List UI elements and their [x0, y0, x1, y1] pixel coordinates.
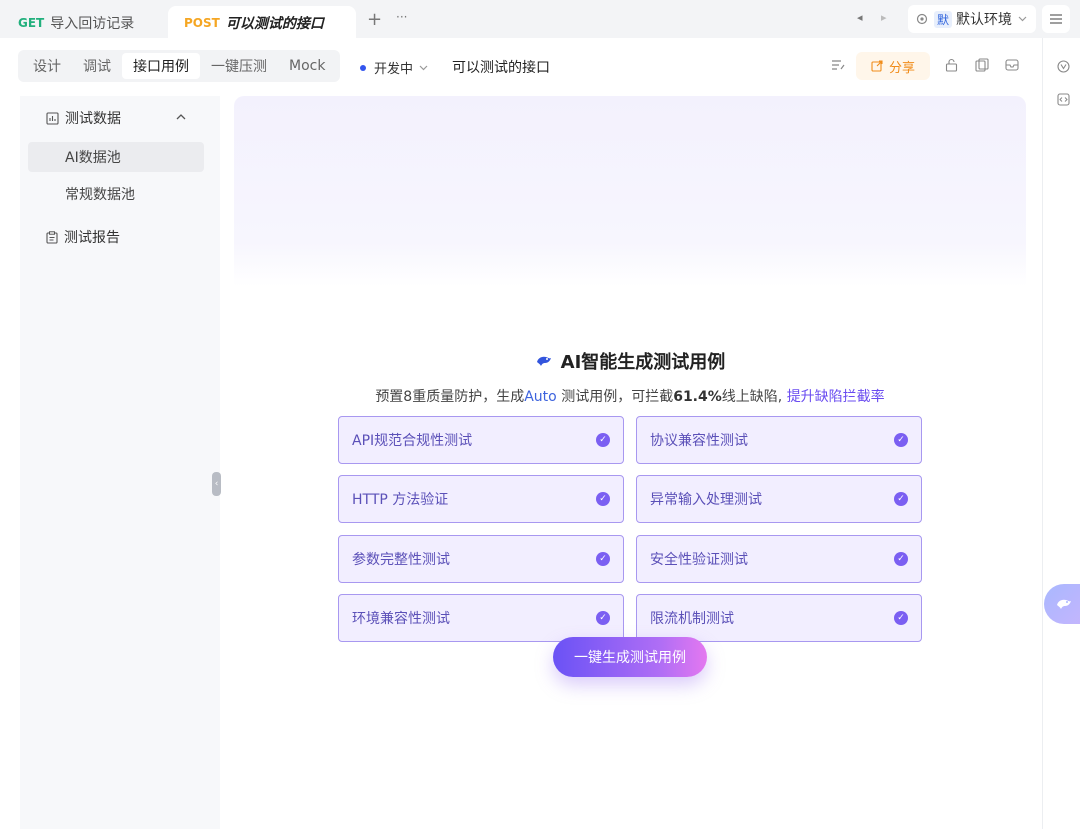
right-rail [1042, 38, 1080, 829]
tab-label: 导入回访记录 [50, 16, 135, 32]
chevron-down-icon [1018, 16, 1027, 22]
tab-import-records[interactable]: GET 导入回访记录 [2, 6, 150, 40]
ai-title: AI智能生成测试用例 [234, 348, 1026, 374]
tab-load-test[interactable]: 一键压测 [200, 53, 278, 79]
archive-icon[interactable] [1005, 58, 1019, 72]
environment-name: 默认环境 [956, 12, 1013, 28]
feature-rate-limit[interactable]: 限流机制测试 ✓ [636, 594, 922, 642]
ai-subtitle: 预置8重质量防护，生成Auto 测试用例，可拦截61.4%线上缺陷, 提升缺陷拦… [234, 386, 1026, 406]
sidebar-group-test-data[interactable]: 测试数据 [46, 108, 121, 128]
chart-icon [46, 111, 59, 125]
feature-exception-input[interactable]: 异常输入处理测试 ✓ [636, 475, 922, 523]
tab-api-cases[interactable]: 接口用例 [122, 53, 200, 79]
environment-selector[interactable]: 默 默认环境 [908, 5, 1036, 33]
tab-design[interactable]: 设计 [22, 53, 72, 79]
sidebar-group-label: 测试报告 [64, 230, 120, 246]
clipboard-icon [46, 230, 58, 244]
share-label: 分享 [888, 60, 915, 76]
feature-env-compat[interactable]: 环境兼容性测试 ✓ [338, 594, 624, 642]
copy-icon[interactable] [975, 58, 989, 72]
chevron-down-icon [419, 65, 428, 70]
sidebar-group-test-report[interactable]: 测试报告 [46, 227, 120, 247]
feature-label: 限流机制测试 [650, 611, 734, 627]
menu-button[interactable] [1042, 5, 1070, 33]
share-icon [871, 60, 883, 72]
sidebar: 测试数据 AI数据池 常规数据池 测试报告 [20, 96, 220, 829]
check-icon: ✓ [894, 552, 908, 566]
code-icon[interactable] [1057, 93, 1070, 106]
generate-cases-button[interactable]: 一键生成测试用例 [553, 637, 707, 677]
subtitle-part: 线上缺陷, [721, 389, 787, 405]
format-icon[interactable] [831, 58, 845, 72]
feature-label: API规范合规性测试 [352, 433, 473, 449]
subtitle-auto: Auto [524, 389, 557, 405]
check-icon: ✓ [894, 611, 908, 625]
tab-label: 可以测试的接口 [225, 16, 324, 32]
chevron-up-icon[interactable] [176, 114, 186, 120]
tab-test-api[interactable]: POST 可以测试的接口 [168, 6, 356, 40]
status-selector[interactable]: 开发中 [360, 58, 428, 77]
feature-label: 环境兼容性测试 [352, 611, 450, 627]
feature-label: 协议兼容性测试 [650, 433, 748, 449]
status-label: 开发中 [374, 62, 414, 77]
feature-label: 参数完整性测试 [352, 552, 450, 568]
check-icon: ✓ [596, 552, 610, 566]
feature-protocol-compat[interactable]: 协议兼容性测试 ✓ [636, 416, 922, 464]
check-icon: ✓ [596, 492, 610, 506]
main-panel: 设计 调试 接口用例 一键压测 Mock 开发中 可以测试的接口 分享 测试数据… [0, 38, 1042, 829]
prev-tab-icon[interactable]: ◂ [857, 11, 863, 24]
tab-method: GET [18, 16, 45, 30]
more-icon[interactable]: ··· [396, 10, 407, 24]
api-name: 可以测试的接口 [452, 60, 550, 76]
sidebar-item-ai-data-pool[interactable]: AI数据池 [28, 142, 204, 172]
status-dot [360, 64, 366, 71]
environment-icon [916, 13, 928, 25]
improve-rate-link[interactable]: 提升缺陷拦截率 [787, 389, 885, 405]
tab-bar: GET 导入回访记录 POST 可以测试的接口 + ··· ◂ ▸ 默 默认环境 [0, 0, 1080, 40]
tab-method: POST [184, 16, 220, 30]
ai-title-text: AI智能生成测试用例 [560, 352, 726, 373]
feature-param-integrity[interactable]: 参数完整性测试 ✓ [338, 535, 624, 583]
ai-case-panel: AI智能生成测试用例 预置8重质量防护，生成Auto 测试用例，可拦截61.4%… [234, 96, 1026, 829]
feature-api-compliance[interactable]: API规范合规性测试 ✓ [338, 416, 624, 464]
hamburger-icon [1050, 14, 1062, 24]
sidebar-group-label: 测试数据 [65, 111, 121, 127]
feature-http-method[interactable]: HTTP 方法验证 ✓ [338, 475, 624, 523]
subtitle-part: 预置8重质量防护，生成 [375, 389, 525, 405]
sidebar-item-regular-data-pool[interactable]: 常规数据池 [28, 179, 204, 209]
tab-debug[interactable]: 调试 [72, 53, 122, 79]
lock-icon[interactable] [945, 58, 958, 72]
feature-security[interactable]: 安全性验证测试 ✓ [636, 535, 922, 583]
sidebar-collapse-handle[interactable]: ‹ [212, 472, 221, 496]
subtitle-percentage: 61.4% [673, 389, 722, 405]
share-button[interactable]: 分享 [856, 52, 930, 80]
ai-bird-icon [1057, 599, 1071, 609]
check-icon: ✓ [894, 433, 908, 447]
version-icon[interactable] [1057, 60, 1070, 73]
subtitle-part: 测试用例，可拦截 [556, 389, 674, 405]
feature-label: 安全性验证测试 [650, 552, 748, 568]
check-icon: ✓ [596, 611, 610, 625]
feature-label: 异常输入处理测试 [650, 492, 762, 508]
feature-label: HTTP 方法验证 [352, 492, 449, 508]
ai-bird-icon [536, 356, 551, 366]
environment-badge: 默 [934, 10, 953, 28]
add-tab-icon[interactable]: + [367, 9, 382, 30]
check-icon: ✓ [596, 433, 610, 447]
check-icon: ✓ [894, 492, 908, 506]
next-tab-icon[interactable]: ▸ [881, 11, 887, 24]
tab-mock[interactable]: Mock [278, 53, 336, 79]
ai-assistant-button[interactable] [1044, 584, 1080, 624]
view-tabs: 设计 调试 接口用例 一键压测 Mock [18, 50, 341, 82]
